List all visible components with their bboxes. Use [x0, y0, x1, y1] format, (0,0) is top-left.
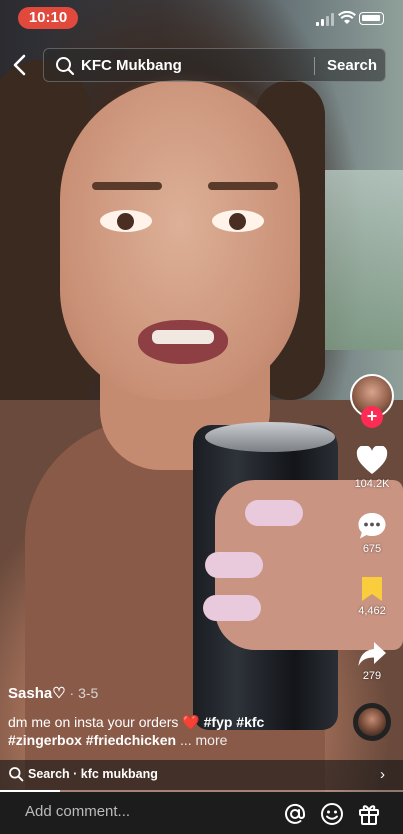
chevron-right-icon: ›	[380, 766, 385, 783]
left-eyebrow	[92, 182, 162, 190]
caption-body: dm me on insta your orders	[8, 714, 183, 730]
video-caption: Sasha♡ · 3-5 dm me on insta your orders …	[8, 684, 338, 749]
share-count: 279	[362, 670, 382, 682]
follow-plus-button[interactable]: +	[361, 406, 383, 428]
search-query[interactable]: KFC Mukbang	[81, 57, 182, 74]
search-bar[interactable]: KFC Mukbang Search	[43, 48, 386, 82]
hashtags-line-2[interactable]: #zingerbox #friedchicken	[8, 732, 176, 748]
right-eyebrow	[208, 182, 278, 190]
comment-button[interactable]: 675	[346, 511, 398, 555]
share-button[interactable]: 279	[346, 640, 398, 682]
like-count: 104.2K	[354, 478, 390, 490]
comment-bar: Add comment...	[0, 792, 403, 834]
cellular-signal-icon	[316, 12, 334, 26]
save-count: 4,462	[358, 605, 386, 617]
hashtags-line-1[interactable]: #fyp #kfc	[200, 714, 265, 730]
soda-can-lid	[205, 422, 335, 452]
wifi-icon	[338, 11, 356, 24]
related-search-label: Search · kfc mukbang	[28, 767, 158, 781]
status-bar: 10:10	[0, 0, 403, 40]
share-arrow-icon	[358, 642, 386, 666]
like-button[interactable]: 104.2K	[346, 446, 398, 490]
save-button[interactable]: 4,462	[346, 575, 398, 617]
emoji-icon[interactable]	[320, 802, 344, 826]
gift-icon[interactable]	[357, 802, 381, 826]
search-button[interactable]: Search	[327, 57, 377, 74]
author-name[interactable]: Sasha♡	[8, 685, 66, 702]
comment-count: 675	[362, 543, 382, 555]
more-link[interactable]: ... more	[176, 732, 227, 748]
left-eye	[100, 210, 152, 232]
caption-text: dm me on insta your orders ❤️ #fyp #kfc …	[8, 713, 338, 749]
related-search-bar[interactable]: Search · kfc mukbang ›	[0, 760, 403, 790]
back-arrow-icon[interactable]	[10, 53, 30, 77]
search-icon	[56, 57, 75, 76]
video-player[interactable]	[0, 0, 403, 792]
status-time: 10:10	[18, 7, 78, 29]
fingernail	[205, 552, 263, 578]
fingernail	[245, 500, 303, 526]
search-icon	[9, 767, 24, 782]
post-date: · 3-5	[65, 685, 99, 701]
comment-bubble-icon	[358, 513, 386, 539]
heart-icon	[356, 446, 388, 474]
mouth	[138, 320, 228, 364]
bookmark-icon	[362, 577, 382, 601]
sound-disc[interactable]	[353, 703, 391, 741]
heart-emoji: ❤️	[182, 714, 200, 730]
mention-icon[interactable]	[283, 802, 307, 826]
right-eye	[212, 210, 264, 232]
search-divider	[314, 57, 315, 75]
comment-input[interactable]: Add comment...	[25, 803, 130, 820]
fingernail	[203, 595, 261, 621]
battery-icon	[359, 12, 384, 25]
